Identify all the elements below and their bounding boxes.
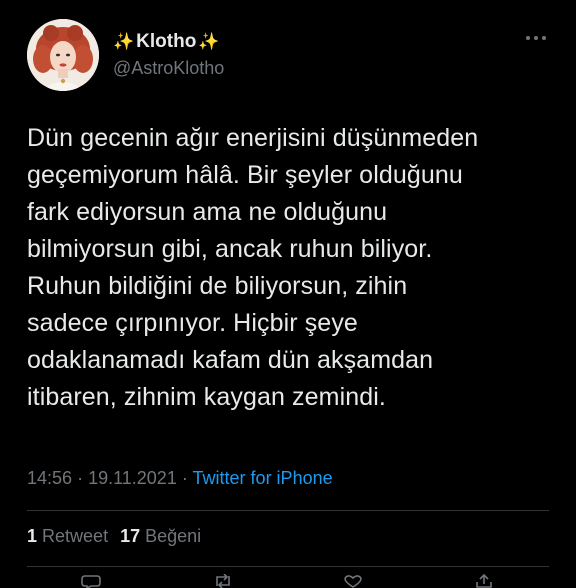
reply-icon[interactable] bbox=[81, 574, 103, 588]
author-name-row[interactable]: ✨ Klotho ✨ bbox=[113, 31, 220, 53]
author-handle[interactable]: @AstroKlotho bbox=[113, 58, 224, 79]
engagement-stats: 1 Retweet 17 Beğeni bbox=[27, 526, 201, 547]
avatar-illustration bbox=[27, 19, 99, 91]
sparkle-left-icon: ✨ bbox=[113, 32, 135, 51]
retweet-stat[interactable]: 1 Retweet bbox=[27, 526, 108, 547]
tweet-date[interactable]: 19.11.2021 bbox=[88, 468, 177, 488]
retweet-label: Retweet bbox=[42, 526, 109, 546]
tweet-detail: ✨ Klotho ✨ @AstroKlotho Dün gecenin ağır… bbox=[0, 0, 576, 588]
divider bbox=[27, 566, 549, 567]
meta-separator: · bbox=[77, 468, 84, 488]
avatar[interactable] bbox=[27, 19, 99, 91]
share-icon[interactable] bbox=[473, 574, 495, 588]
sparkle-right-icon: ✨ bbox=[198, 32, 220, 51]
tweet-text: Dün gecenin ağır enerjisini düşünmeden g… bbox=[27, 124, 479, 411]
tweet-source-link[interactable]: Twitter for iPhone bbox=[193, 468, 333, 488]
retweet-count: 1 bbox=[27, 526, 38, 546]
retweet-icon[interactable] bbox=[212, 574, 234, 588]
like-label: Beğeni bbox=[145, 526, 202, 546]
divider bbox=[27, 510, 549, 511]
like-stat[interactable]: 17 Beğeni bbox=[120, 526, 201, 547]
action-bar bbox=[27, 574, 549, 588]
like-count: 17 bbox=[120, 526, 141, 546]
meta-separator: · bbox=[181, 468, 188, 488]
more-horizontal-icon[interactable] bbox=[526, 36, 546, 40]
tweet-time[interactable]: 14:56 bbox=[27, 468, 72, 488]
tweet-meta: 14:56 · 19.11.2021 · Twitter for iPhone bbox=[27, 468, 333, 489]
author-display-name[interactable]: Klotho bbox=[136, 31, 196, 53]
heart-icon[interactable] bbox=[342, 574, 364, 588]
